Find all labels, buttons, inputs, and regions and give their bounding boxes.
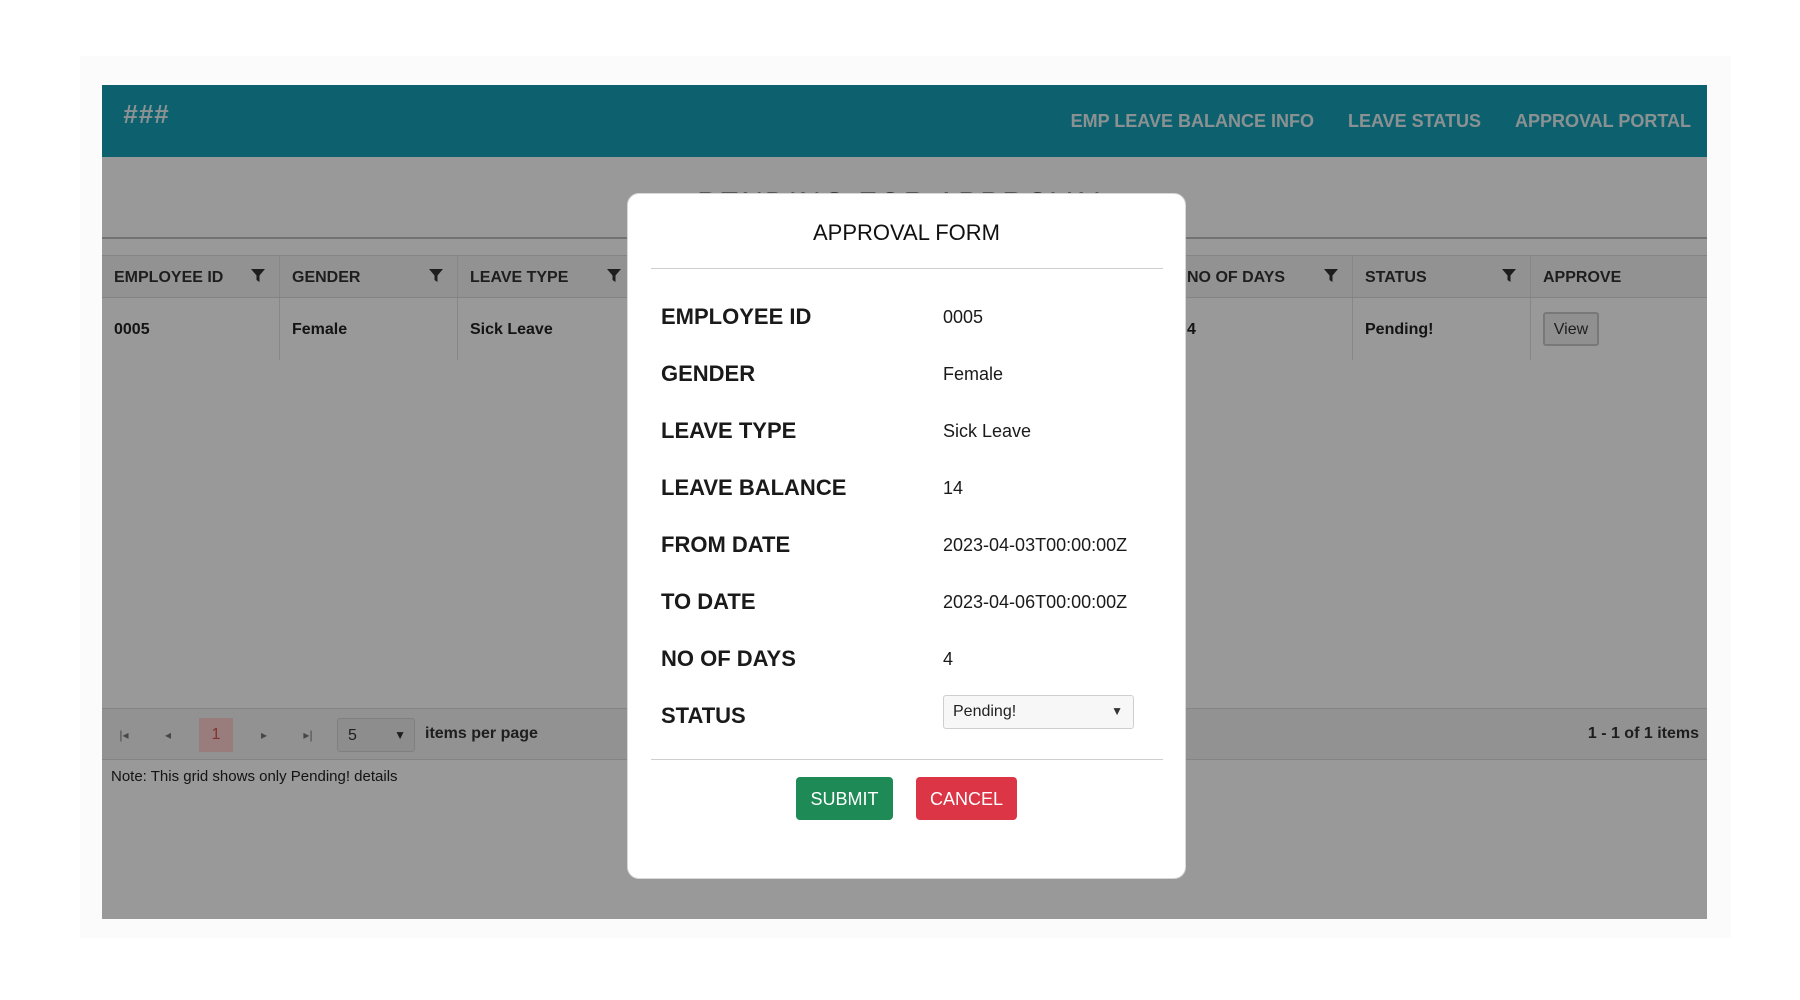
form-value: 0005 [943,307,984,327]
form-row-gender: GENDER Female [661,361,1161,401]
chevron-down-icon: ▼ [1111,704,1123,718]
form-label: NO OF DAYS [661,646,796,671]
modal-footer-divider [651,759,1163,760]
form-value: 2023-04-06T00:00:00Z [943,592,1128,612]
form-value: 14 [943,478,964,498]
form-label: EMPLOYEE ID [661,304,812,329]
approval-form-modal: APPROVAL FORM EMPLOYEE ID 0005 GENDER Fe… [627,193,1186,879]
form-value: Female [943,364,1004,384]
form-row-from-date: FROM DATE 2023-04-03T00:00:00Z [661,532,1161,572]
submit-button[interactable]: SUBMIT [796,777,893,820]
form-row-status: STATUS Pending! ▼ [661,695,1161,743]
form-row-leave-type: LEAVE TYPE Sick Leave [661,418,1161,458]
form-label: LEAVE BALANCE [661,475,847,500]
form-row-employee-id: EMPLOYEE ID 0005 [661,304,1161,344]
form-label: LEAVE TYPE [661,418,797,443]
form-label: STATUS [661,703,746,728]
status-select[interactable]: Pending! ▼ [943,695,1134,729]
form-value: Sick Leave [943,421,1032,441]
form-label: GENDER [661,361,756,386]
form-label: FROM DATE [661,532,791,557]
modal-title: APPROVAL FORM [812,220,1001,245]
form-row-to-date: TO DATE 2023-04-06T00:00:00Z [661,589,1161,629]
form-row-no-of-days: NO OF DAYS 4 [661,646,1161,686]
form-label: TO DATE [661,589,756,614]
form-value: 4 [943,649,954,669]
form-value: 2023-04-03T00:00:00Z [943,535,1128,555]
modal-header-divider [651,268,1163,269]
form-row-leave-balance: LEAVE BALANCE 14 [661,475,1161,515]
cancel-button[interactable]: CANCEL [916,777,1017,820]
status-select-value: Pending! [953,703,1017,720]
